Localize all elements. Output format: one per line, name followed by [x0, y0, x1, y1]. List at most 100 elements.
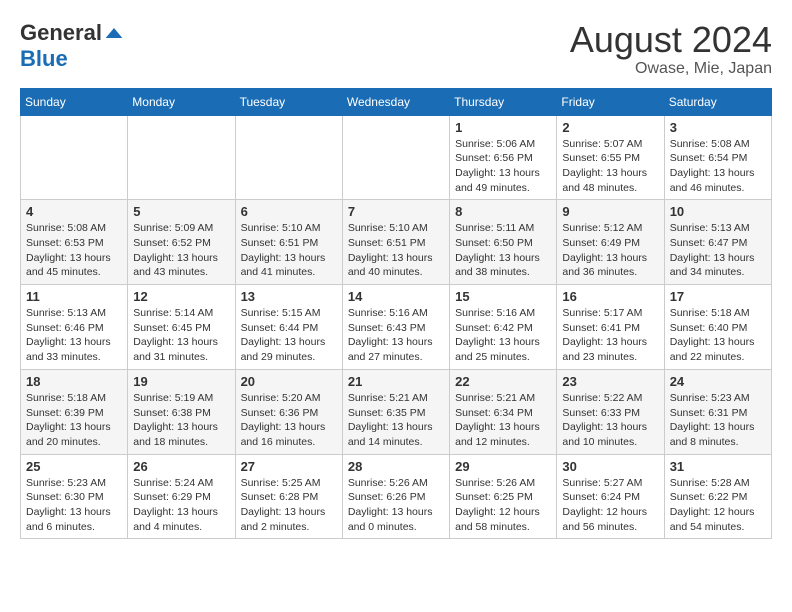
cell-w3-d1: 12Sunrise: 5:14 AM Sunset: 6:45 PM Dayli…: [128, 285, 235, 370]
day-info: Sunrise: 5:25 AM Sunset: 6:28 PM Dayligh…: [241, 476, 337, 535]
day-number: 22: [455, 374, 551, 389]
cell-w1-d0: [21, 115, 128, 200]
day-info: Sunrise: 5:13 AM Sunset: 6:47 PM Dayligh…: [670, 221, 766, 280]
day-number: 18: [26, 374, 122, 389]
cell-w2-d5: 9Sunrise: 5:12 AM Sunset: 6:49 PM Daylig…: [557, 200, 664, 285]
cell-w3-d2: 13 Sunrise: 5:15 AM Sunset: 6:44 PM Dayli…: [235, 285, 342, 370]
title-area: August 2024 Owase, Mie, Japan: [570, 20, 772, 78]
cell-w1-d6: 3Sunrise: 5:08 AM Sunset: 6:54 PM Daylig…: [664, 115, 771, 200]
col-saturday: Saturday: [664, 88, 771, 115]
day-info: Sunrise: 5:13 AM Sunset: 6:46 PM Dayligh…: [26, 306, 122, 365]
cell-w3-d6: 17Sunrise: 5:18 AM Sunset: 6:40 PM Dayli…: [664, 285, 771, 370]
logo-general: General: [20, 20, 102, 46]
col-tuesday: Tuesday: [235, 88, 342, 115]
week-row-5: 25Sunrise: 5:23 AM Sunset: 6:30 PM Dayli…: [21, 454, 772, 539]
day-number: 5: [133, 204, 229, 219]
col-sunday: Sunday: [21, 88, 128, 115]
cell-w2-d4: 8Sunrise: 5:11 AM Sunset: 6:50 PM Daylig…: [450, 200, 557, 285]
logo: General Blue: [20, 20, 124, 72]
cell-w2-d0: 4 Sunrise: 5:08 AM Sunset: 6:53 PM Daylig…: [21, 200, 128, 285]
day-info: Sunrise: 5:16 AM Sunset: 6:43 PM Dayligh…: [348, 306, 444, 365]
cell-w1-d1: [128, 115, 235, 200]
day-number: 11: [26, 289, 122, 304]
location: Owase, Mie, Japan: [570, 60, 772, 78]
cell-w3-d0: 11 Sunrise: 5:13 AM Sunset: 6:46 PM Dayli…: [21, 285, 128, 370]
week-row-2: 4 Sunrise: 5:08 AM Sunset: 6:53 PM Daylig…: [21, 200, 772, 285]
cell-w4-d6: 24 Sunrise: 5:23 AM Sunset: 6:31 PM Dayli…: [664, 369, 771, 454]
logo-text: General: [20, 20, 124, 46]
day-number: 10: [670, 204, 766, 219]
day-number: 28: [348, 459, 444, 474]
day-info: Sunrise: 5:07 AM Sunset: 6:55 PM Dayligh…: [562, 137, 658, 196]
day-info: Sunrise: 5:21 AM Sunset: 6:34 PM Dayligh…: [455, 391, 551, 450]
day-number: 14: [348, 289, 444, 304]
cell-w5-d4: 29Sunrise: 5:26 AM Sunset: 6:25 PM Dayli…: [450, 454, 557, 539]
month-title: August 2024: [570, 20, 772, 60]
day-info: Sunrise: 5:17 AM Sunset: 6:41 PM Dayligh…: [562, 306, 658, 365]
day-number: 6: [241, 204, 337, 219]
page: General Blue August 2024 Owase, Mie, Jap…: [0, 0, 792, 549]
day-number: 26: [133, 459, 229, 474]
cell-w4-d5: 23 Sunrise: 5:22 AM Sunset: 6:33 PM Dayli…: [557, 369, 664, 454]
day-info: Sunrise: 5:21 AM Sunset: 6:35 PM Dayligh…: [348, 391, 444, 450]
col-wednesday: Wednesday: [342, 88, 449, 115]
cell-w4-d1: 19Sunrise: 5:19 AM Sunset: 6:38 PM Dayli…: [128, 369, 235, 454]
day-number: 13: [241, 289, 337, 304]
day-number: 4: [26, 204, 122, 219]
day-number: 16: [562, 289, 658, 304]
cell-w3-d5: 16 Sunrise: 5:17 AM Sunset: 6:41 PM Dayli…: [557, 285, 664, 370]
day-number: 29: [455, 459, 551, 474]
cell-w2-d2: 6 Sunrise: 5:10 AM Sunset: 6:51 PM Daylig…: [235, 200, 342, 285]
col-thursday: Thursday: [450, 88, 557, 115]
week-row-3: 11 Sunrise: 5:13 AM Sunset: 6:46 PM Dayli…: [21, 285, 772, 370]
cell-w5-d0: 25Sunrise: 5:23 AM Sunset: 6:30 PM Dayli…: [21, 454, 128, 539]
cell-w5-d1: 26 Sunrise: 5:24 AM Sunset: 6:29 PM Dayli…: [128, 454, 235, 539]
header: General Blue August 2024 Owase, Mie, Jap…: [20, 20, 772, 78]
day-info: Sunrise: 5:22 AM Sunset: 6:33 PM Dayligh…: [562, 391, 658, 450]
day-number: 21: [348, 374, 444, 389]
day-number: 31: [670, 459, 766, 474]
day-info: Sunrise: 5:24 AM Sunset: 6:29 PM Dayligh…: [133, 476, 229, 535]
day-number: 17: [670, 289, 766, 304]
day-info: Sunrise: 5:23 AM Sunset: 6:31 PM Dayligh…: [670, 391, 766, 450]
day-info: Sunrise: 5:09 AM Sunset: 6:52 PM Dayligh…: [133, 221, 229, 280]
week-row-4: 18 Sunrise: 5:18 AM Sunset: 6:39 PM Dayli…: [21, 369, 772, 454]
week-row-1: 1Sunrise: 5:06 AM Sunset: 6:56 PM Daylig…: [21, 115, 772, 200]
cell-w4-d4: 22 Sunrise: 5:21 AM Sunset: 6:34 PM Dayli…: [450, 369, 557, 454]
day-info: Sunrise: 5:26 AM Sunset: 6:26 PM Dayligh…: [348, 476, 444, 535]
cell-w1-d3: [342, 115, 449, 200]
col-monday: Monday: [128, 88, 235, 115]
day-number: 30: [562, 459, 658, 474]
day-number: 15: [455, 289, 551, 304]
cell-w5-d5: 30Sunrise: 5:27 AM Sunset: 6:24 PM Dayli…: [557, 454, 664, 539]
day-info: Sunrise: 5:11 AM Sunset: 6:50 PM Dayligh…: [455, 221, 551, 280]
cell-w3-d3: 14 Sunrise: 5:16 AM Sunset: 6:43 PM Dayli…: [342, 285, 449, 370]
day-number: 19: [133, 374, 229, 389]
day-number: 1: [455, 120, 551, 135]
cell-w2-d1: 5 Sunrise: 5:09 AM Sunset: 6:52 PM Daylig…: [128, 200, 235, 285]
cell-w5-d3: 28 Sunrise: 5:26 AM Sunset: 6:26 PM Dayli…: [342, 454, 449, 539]
day-info: Sunrise: 5:12 AM Sunset: 6:49 PM Dayligh…: [562, 221, 658, 280]
day-info: Sunrise: 5:08 AM Sunset: 6:54 PM Dayligh…: [670, 137, 766, 196]
cell-w4-d0: 18 Sunrise: 5:18 AM Sunset: 6:39 PM Dayli…: [21, 369, 128, 454]
day-info: Sunrise: 5:10 AM Sunset: 6:51 PM Dayligh…: [348, 221, 444, 280]
day-info: Sunrise: 5:10 AM Sunset: 6:51 PM Dayligh…: [241, 221, 337, 280]
day-info: Sunrise: 5:18 AM Sunset: 6:39 PM Dayligh…: [26, 391, 122, 450]
day-info: Sunrise: 5:23 AM Sunset: 6:30 PM Dayligh…: [26, 476, 122, 535]
cell-w4-d3: 21 Sunrise: 5:21 AM Sunset: 6:35 PM Dayli…: [342, 369, 449, 454]
day-info: Sunrise: 5:15 AM Sunset: 6:44 PM Dayligh…: [241, 306, 337, 365]
day-info: Sunrise: 5:20 AM Sunset: 6:36 PM Dayligh…: [241, 391, 337, 450]
weekday-header-row: Sunday Monday Tuesday Wednesday Thursday…: [21, 88, 772, 115]
logo-blue-text: Blue: [20, 46, 68, 71]
day-info: Sunrise: 5:08 AM Sunset: 6:53 PM Dayligh…: [26, 221, 122, 280]
cell-w1-d4: 1Sunrise: 5:06 AM Sunset: 6:56 PM Daylig…: [450, 115, 557, 200]
day-number: 20: [241, 374, 337, 389]
day-number: 24: [670, 374, 766, 389]
cell-w1-d2: [235, 115, 342, 200]
col-friday: Friday: [557, 88, 664, 115]
day-info: Sunrise: 5:16 AM Sunset: 6:42 PM Dayligh…: [455, 306, 551, 365]
day-number: 23: [562, 374, 658, 389]
calendar: Sunday Monday Tuesday Wednesday Thursday…: [20, 88, 772, 540]
cell-w5-d2: 27Sunrise: 5:25 AM Sunset: 6:28 PM Dayli…: [235, 454, 342, 539]
day-number: 12: [133, 289, 229, 304]
